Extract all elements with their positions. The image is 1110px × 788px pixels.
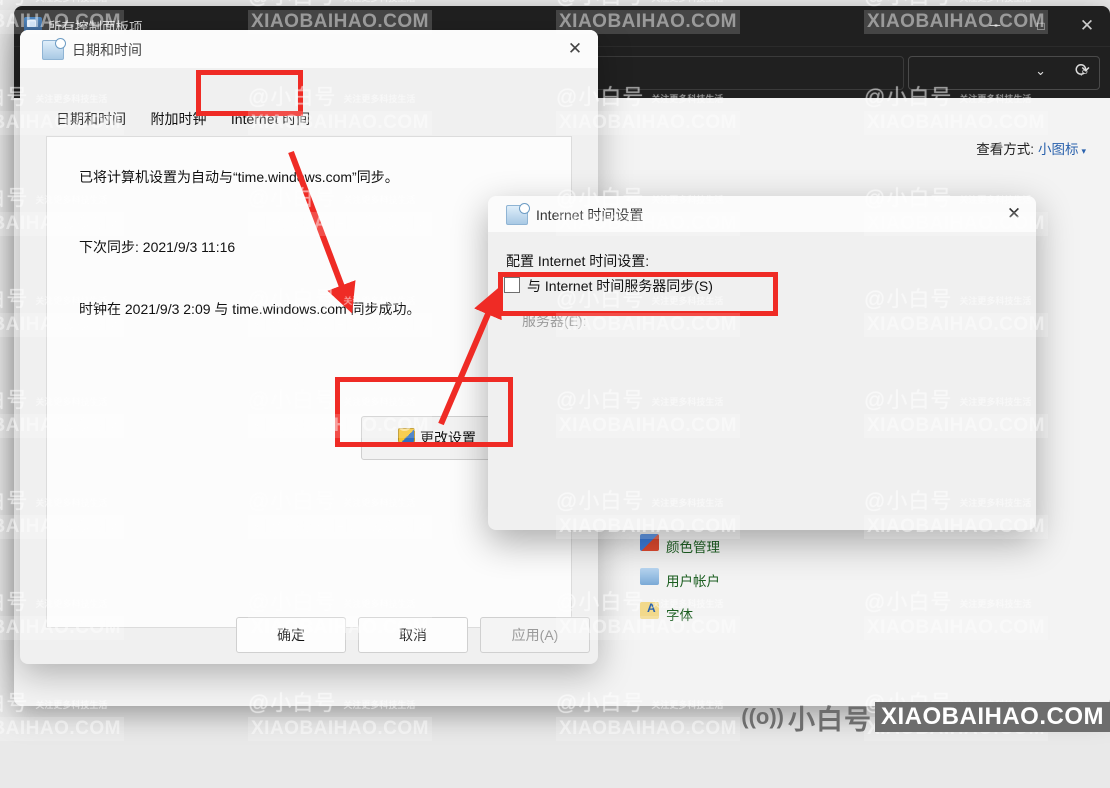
brand-name-cn: 小白号 <box>788 704 872 735</box>
apply-button[interactable]: 应用(A) <box>480 617 590 653</box>
date-time-dialog-titlebar: 日期和时间 ✕ <box>20 30 598 68</box>
close-icon[interactable]: ✕ <box>992 196 1036 232</box>
broadcast-icon: ((o)) <box>741 704 784 729</box>
internet-time-dialog-title: Internet 时间设置 <box>536 207 644 223</box>
search-input[interactable]: ⌕ <box>908 56 1100 90</box>
brand-logo: ((o)) 小白号 XIAOBAIHAO.COM <box>741 700 1110 735</box>
next-sync-text: 下次同步: 2021/9/3 11:16 <box>79 239 236 255</box>
user-accounts-icon <box>640 568 659 585</box>
date-time-dialog-title: 日期和时间 <box>72 42 142 58</box>
annotation-box-checkbox <box>498 272 778 316</box>
internet-time-settings-dialog: Internet 时间设置 ✕ 配置 Internet 时间设置: 与 Inte… <box>488 196 1036 530</box>
fonts-icon <box>640 601 659 619</box>
list-item-label: 颜色管理 <box>666 540 720 555</box>
search-icon: ⌕ <box>1080 63 1089 80</box>
view-by-value[interactable]: 小图标 <box>1038 142 1079 157</box>
chevron-down-icon[interactable]: ▾ <box>1081 146 1086 156</box>
list-item[interactable]: 字体 <box>640 601 693 624</box>
view-by-label: 查看方式: <box>976 142 1034 157</box>
view-by-control[interactable]: 查看方式: 小图标 ▾ <box>976 138 1086 158</box>
list-item[interactable]: 用户帐户 <box>640 568 720 590</box>
list-item[interactable]: 颜色管理 <box>640 534 720 556</box>
minimize-button[interactable]: ─ <box>972 6 1018 46</box>
configure-heading: 配置 Internet 时间设置: <box>506 253 650 269</box>
close-button[interactable]: ✕ <box>1064 6 1110 46</box>
sync-status-text: 已将计算机设置为自动与“time.windows.com”同步。 <box>79 169 399 185</box>
tab-date-time[interactable]: 日期和时间 <box>46 104 136 134</box>
date-time-icon <box>42 38 66 60</box>
last-sync-text: 时钟在 2021/9/3 2:09 与 time.windows.com 同步成… <box>79 301 421 317</box>
cancel-button[interactable]: 取消 <box>358 617 468 653</box>
close-icon[interactable]: ✕ <box>552 30 598 68</box>
date-time-icon <box>506 203 530 225</box>
list-item-label: 字体 <box>666 608 693 623</box>
maximize-button[interactable]: □ <box>1018 6 1064 46</box>
list-item-label: 用户帐户 <box>666 574 720 589</box>
ok-button[interactable]: 确定 <box>236 617 346 653</box>
annotation-box-tab <box>196 70 303 116</box>
brand-domain: XIAOBAIHAO.COM <box>875 702 1110 732</box>
color-management-icon <box>640 534 659 551</box>
annotation-box-change-settings <box>335 377 513 447</box>
internet-time-dialog-titlebar: Internet 时间设置 ✕ <box>488 196 1036 232</box>
